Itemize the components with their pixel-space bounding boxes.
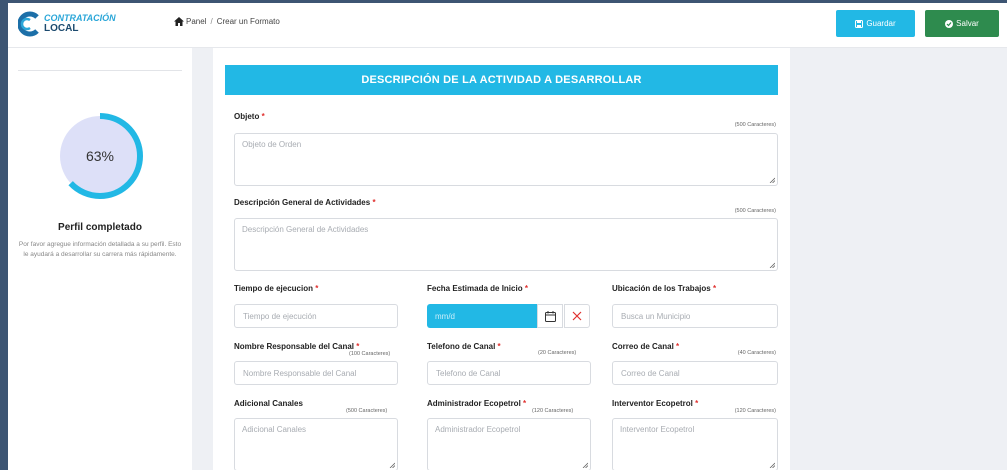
tiempo-placeholder: Tiempo de ejecución	[243, 311, 317, 321]
logo-title-top: CONTRATACIÓN	[44, 13, 116, 23]
responsable-input[interactable]: Nombre Responsable del Canal	[234, 361, 398, 385]
logo-c-icon	[18, 11, 39, 37]
home-icon[interactable]	[174, 17, 184, 26]
telefono-char-limit: (20 Caracteres)	[538, 350, 577, 356]
adicional-placeholder: Adicional Canales	[242, 425, 307, 434]
resize-grip-icon[interactable]	[582, 462, 588, 468]
required-mark: *	[523, 399, 527, 408]
telefono-placeholder: Telefono de Canal	[436, 368, 501, 378]
interventor-label: Interventor Ecopetrol *	[612, 399, 699, 408]
administrador-textarea[interactable]: Administrador Ecopetrol	[427, 418, 591, 470]
profile-sidebar: 63% Perfil completado Por favor agregue …	[8, 48, 192, 470]
descripcion-label: Descripción General de Actividades *	[234, 198, 376, 207]
administrador-char-limit: (120 Caracteres)	[532, 408, 574, 414]
top-header: CONTRATACIÓN LOCAL Panel / Crear un Form…	[8, 3, 1007, 48]
fecha-placeholder: mm/d	[435, 311, 455, 321]
adicional-label: Adicional Canales	[234, 399, 303, 408]
telefono-input[interactable]: Telefono de Canal	[427, 361, 591, 385]
interventor-char-limit: (120 Caracteres)	[734, 408, 776, 414]
save-icon	[855, 19, 864, 28]
salvar-button[interactable]: Salvar	[925, 10, 999, 37]
required-mark: *	[695, 399, 699, 408]
correo-label: Correo de Canal *	[612, 342, 680, 351]
guardar-button[interactable]: Guardar	[836, 10, 915, 37]
descripcion-char-limit: (500 Caracteres)	[734, 208, 776, 214]
resize-grip-icon[interactable]	[769, 462, 775, 468]
administrador-placeholder: Administrador Ecopetrol	[435, 425, 521, 434]
required-mark: *	[524, 284, 528, 293]
required-mark: *	[372, 198, 376, 207]
objeto-placeholder: Objeto de Orden	[242, 140, 302, 149]
required-mark: *	[315, 284, 319, 293]
telefono-label: Telefono de Canal *	[427, 342, 501, 351]
fecha-input[interactable]: mm/d	[427, 304, 537, 328]
resize-grip-icon[interactable]	[769, 262, 775, 268]
check-circle-icon	[945, 19, 954, 28]
calendar-icon	[544, 310, 556, 322]
close-icon	[572, 311, 582, 321]
sidebar-divider	[18, 70, 182, 71]
responsable-placeholder: Nombre Responsable del Canal	[243, 368, 357, 378]
descripcion-textarea[interactable]: Descripción General de Actividades	[234, 218, 778, 271]
tiempo-input[interactable]: Tiempo de ejecución	[234, 304, 398, 328]
ubicacion-label: Ubicación de los Trabajos *	[612, 284, 717, 293]
ubicacion-input[interactable]: Busca un Municipio	[612, 304, 778, 328]
progress-percent: 63%	[85, 148, 115, 164]
correo-input[interactable]: Correo de Canal	[612, 361, 778, 385]
app-window: CONTRATACIÓN LOCAL Panel / Crear un Form…	[8, 3, 1007, 470]
profile-complete-description: Por favor agregue información detallada …	[18, 241, 182, 258]
correo-placeholder: Correo de Canal	[621, 368, 680, 378]
breadcrumb-current: Crear un Formato	[216, 17, 280, 26]
responsable-char-limit: (100 Caracteres)	[349, 351, 391, 357]
adicional-textarea[interactable]: Adicional Canales	[234, 418, 398, 470]
objeto-textarea[interactable]: Objeto de Orden	[234, 133, 778, 186]
interventor-placeholder: Interventor Ecopetrol	[620, 425, 695, 434]
breadcrumb-home[interactable]: Panel	[186, 17, 206, 26]
correo-char-limit: (40 Caracteres)	[737, 350, 776, 356]
required-mark: *	[261, 112, 265, 121]
ubicacion-placeholder: Busca un Municipio	[621, 311, 691, 321]
guardar-label: Guardar	[866, 19, 896, 28]
breadcrumb: Panel / Crear un Formato	[174, 17, 280, 26]
tiempo-label: Tiempo de ejecucion *	[234, 284, 319, 293]
salvar-label: Salvar	[956, 19, 979, 28]
administrador-label: Administrador Ecopetrol *	[427, 399, 527, 408]
fecha-label: Fecha Estimada de Inicio *	[427, 284, 528, 293]
interventor-textarea[interactable]: Interventor Ecopetrol	[612, 418, 778, 470]
profile-complete-title: Perfil completado	[58, 222, 142, 233]
required-mark: *	[356, 342, 360, 351]
resize-grip-icon[interactable]	[769, 177, 775, 183]
calendar-button[interactable]	[537, 304, 563, 328]
required-mark: *	[497, 342, 501, 351]
adicional-char-limit: (500 Caracteres)	[346, 408, 388, 414]
profile-progress-ring: 63%	[54, 110, 146, 202]
objeto-char-limit: (500 Caracteres)	[734, 122, 776, 128]
objeto-label: Objeto *	[234, 112, 265, 121]
responsable-label: Nombre Responsable del Canal *	[234, 342, 360, 351]
descripcion-placeholder: Descripción General de Actividades	[242, 225, 369, 234]
breadcrumb-separator: /	[210, 17, 213, 26]
clear-date-button[interactable]	[564, 304, 590, 328]
required-mark: *	[676, 342, 680, 351]
resize-grip-icon[interactable]	[389, 462, 395, 468]
logo-title-bottom: LOCAL	[44, 23, 79, 34]
form-card: DESCRIPCIÓN DE LA ACTIVIDAD A DESARROLLA…	[213, 48, 790, 470]
section-title: DESCRIPCIÓN DE LA ACTIVIDAD A DESARROLLA…	[225, 65, 778, 95]
required-mark: *	[712, 284, 717, 293]
